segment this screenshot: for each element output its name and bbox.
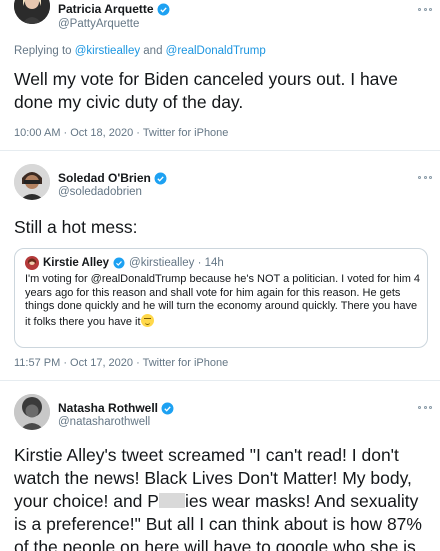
rolling-eyes-emoji [140,313,154,327]
verified-badge-icon [154,172,167,184]
tweet-text: Still a hot mess: [14,217,138,237]
tweet-natasha-rothwell: Natasha Rothwell @natasharothwell Kirsti… [0,380,440,551]
quoted-display-name: Kirstie Alley [43,257,110,269]
more-options-icon[interactable] [418,176,432,180]
quoted-tweet-text: I'm voting for @realDonaldTrump because … [25,273,421,328]
quoted-tweet[interactable]: Kirstie Alley @kirstiealley · 14h I'm vo… [14,248,428,348]
display-name[interactable]: Soledad O'Brien [58,171,151,185]
handle[interactable]: @soledadobrien [58,186,142,198]
verified-badge-icon [157,3,170,15]
more-options-icon[interactable] [418,8,432,12]
avatar[interactable] [14,394,50,430]
display-name[interactable]: Patricia Arquette [58,2,154,16]
tweet-timestamp[interactable]: 11:57 PM · Oct 17, 2020 · Twitter for iP… [14,357,228,369]
avatar[interactable] [14,164,50,200]
verified-badge-icon [113,257,125,269]
reply-link-realdonaldtrump[interactable]: @realDonaldTrump [166,45,266,57]
handle[interactable]: @PattyArquette [58,18,139,30]
censored-word [158,493,185,508]
tweet-text: Well my vote for Biden canceled yours ou… [14,69,398,112]
tweet-timestamp[interactable]: 10:00 AM · Oct 18, 2020 · Twitter for iP… [14,127,228,139]
handle[interactable]: @natasharothwell [58,416,150,428]
tweet-text: Kirstie Alley's tweet screamed "I can't … [14,445,422,551]
quoted-avatar [25,256,39,270]
verified-badge-icon [161,402,174,414]
replying-to: Replying to @kirstiealley and @realDonal… [14,45,266,57]
more-options-icon[interactable] [418,406,432,410]
reply-link-kirstiealley[interactable]: @kirstiealley [75,45,140,57]
display-name[interactable]: Natasha Rothwell [58,401,158,415]
tweet-soledad-obrien: Soledad O'Brien @soledadobrien Still a h… [0,150,440,380]
avatar[interactable] [14,0,50,24]
quoted-handle-time: @kirstiealley · 14h [129,257,224,269]
tweet-patricia-arquette: Patricia Arquette @PattyArquette Replyin… [0,0,440,150]
